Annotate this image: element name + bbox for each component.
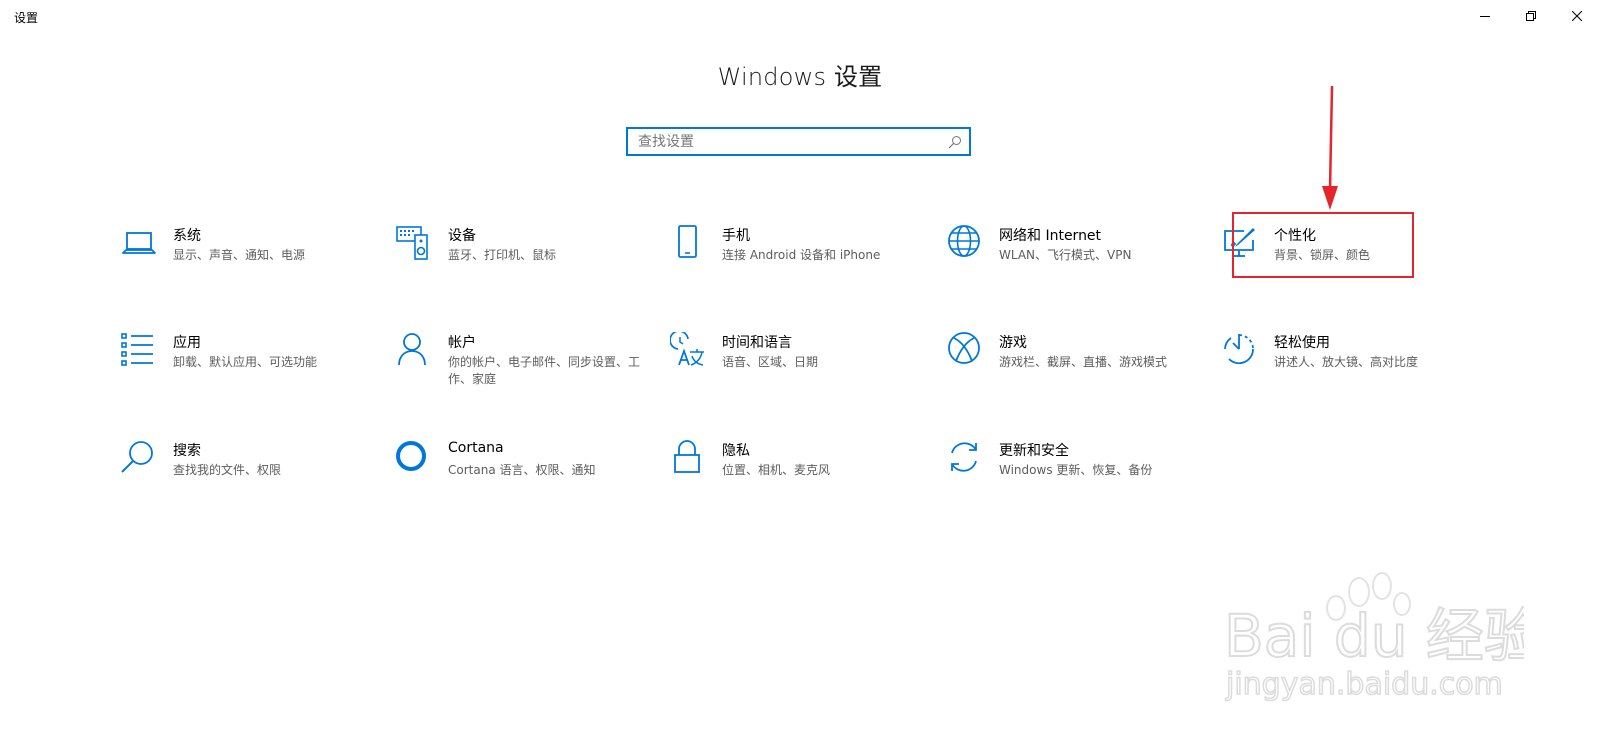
- tile-description: 蓝牙、打印机、鼠标: [448, 248, 557, 262]
- minimize-button[interactable]: [1462, 0, 1508, 32]
- tile-label: Cortana: [448, 440, 504, 456]
- tile-description: 游戏栏、截屏、直播、游戏模式: [999, 355, 1168, 369]
- page-title: Windows 设置: [717, 63, 883, 91]
- watermark-brand: Bai du 经验: [1224, 602, 1524, 670]
- tile-apps[interactable]: 应用 卸载、默认应用、可选功能: [121, 332, 381, 402]
- restore-icon: [1526, 11, 1536, 21]
- tile-label: 应用: [173, 335, 201, 351]
- tile-label: 更新和安全: [999, 443, 1069, 459]
- title-bar: 设置: [0, 0, 1600, 32]
- tile-description: 位置、相机、麦克风: [722, 463, 831, 477]
- tile-description: 查找我的文件、权限: [173, 463, 282, 477]
- tile-description: 讲述人、放大镜、高对比度: [1274, 355, 1419, 369]
- tile-phone[interactable]: 手机 连接 Android 设备和 iPhone: [670, 225, 930, 295]
- settings-window: 设置 Windows 设置 查找设置 系统 显示、声音、通知、电源 设备 蓝牙、…: [0, 0, 1600, 752]
- tile-label: 隐私: [722, 443, 750, 459]
- search-icon[interactable]: [948, 135, 962, 149]
- tile-devices[interactable]: 设备 蓝牙、打印机、鼠标: [396, 225, 656, 295]
- tile-update-security[interactable]: 更新和安全 Windows 更新、恢复、备份: [947, 440, 1207, 510]
- tile-time-language[interactable]: 时间和语言 语音、区域、日期: [670, 332, 930, 402]
- search-box[interactable]: [626, 127, 971, 156]
- tile-privacy[interactable]: 隐私 位置、相机、麦克风: [670, 440, 930, 510]
- search-input[interactable]: [638, 131, 938, 152]
- window-title: 设置: [14, 11, 39, 25]
- close-icon: [1572, 11, 1582, 21]
- apps-list-icon: [121, 332, 157, 368]
- tile-system[interactable]: 系统 显示、声音、通知、电源: [121, 225, 381, 295]
- tile-label: 轻松使用: [1274, 335, 1330, 351]
- devices-icon: [396, 225, 432, 261]
- annotation-highlight-box: [1232, 212, 1414, 278]
- ease-of-access-icon: [1222, 332, 1258, 368]
- tile-description: Windows 更新、恢复、备份: [999, 463, 1153, 477]
- tile-label: 手机: [722, 228, 750, 244]
- tile-accounts[interactable]: 帐户 你的帐户、电子邮件、同步设置、工作、家庭: [396, 332, 656, 402]
- time-language-icon: [670, 332, 706, 368]
- tile-label: 网络和 Internet: [999, 228, 1102, 244]
- tile-label: 系统: [173, 228, 201, 244]
- laptop-icon: [121, 225, 157, 261]
- baidu-jingyan-watermark: Bai du 经验 jingyan.baidu.com: [1224, 572, 1524, 703]
- tile-network[interactable]: 网络和 Internet WLAN、飞行模式、VPN: [947, 225, 1207, 295]
- phone-icon: [670, 225, 706, 261]
- tile-cortana[interactable]: Cortana Cortana 语言、权限、通知: [396, 440, 656, 510]
- tile-label: 搜索: [173, 443, 201, 459]
- tile-description: 卸载、默认应用、可选功能: [173, 355, 318, 369]
- tile-label: 时间和语言: [722, 335, 792, 351]
- tile-label: 帐户: [448, 335, 476, 351]
- tile-description: 你的帐户、电子邮件、同步设置、工作、家庭: [448, 355, 641, 386]
- tile-gaming[interactable]: 游戏 游戏栏、截屏、直播、游戏模式: [947, 332, 1207, 402]
- tile-description: 语音、区域、日期: [722, 355, 819, 369]
- tile-description: Cortana 语言、权限、通知: [448, 463, 596, 477]
- update-icon: [947, 440, 983, 476]
- lock-icon: [670, 440, 706, 476]
- tile-description: 显示、声音、通知、电源: [173, 248, 306, 262]
- restore-button[interactable]: [1508, 0, 1554, 32]
- cortana-icon: [396, 440, 432, 476]
- tile-description: WLAN、飞行模式、VPN: [999, 248, 1132, 262]
- watermark-url: jingyan.baidu.com: [1225, 667, 1503, 702]
- annotation-arrow: [1322, 86, 1338, 210]
- xbox-icon: [947, 332, 983, 368]
- globe-icon: [947, 225, 983, 261]
- minimize-icon: [1480, 16, 1490, 17]
- tile-search[interactable]: 搜索 查找我的文件、权限: [121, 440, 381, 510]
- search-icon: [121, 440, 157, 476]
- tile-ease-of-access[interactable]: 轻松使用 讲述人、放大镜、高对比度: [1222, 332, 1482, 402]
- tile-label: 设备: [448, 228, 476, 244]
- close-button[interactable]: [1554, 0, 1600, 32]
- tile-label: 游戏: [999, 335, 1027, 351]
- person-icon: [396, 332, 432, 368]
- tile-description: 连接 Android 设备和 iPhone: [722, 248, 881, 262]
